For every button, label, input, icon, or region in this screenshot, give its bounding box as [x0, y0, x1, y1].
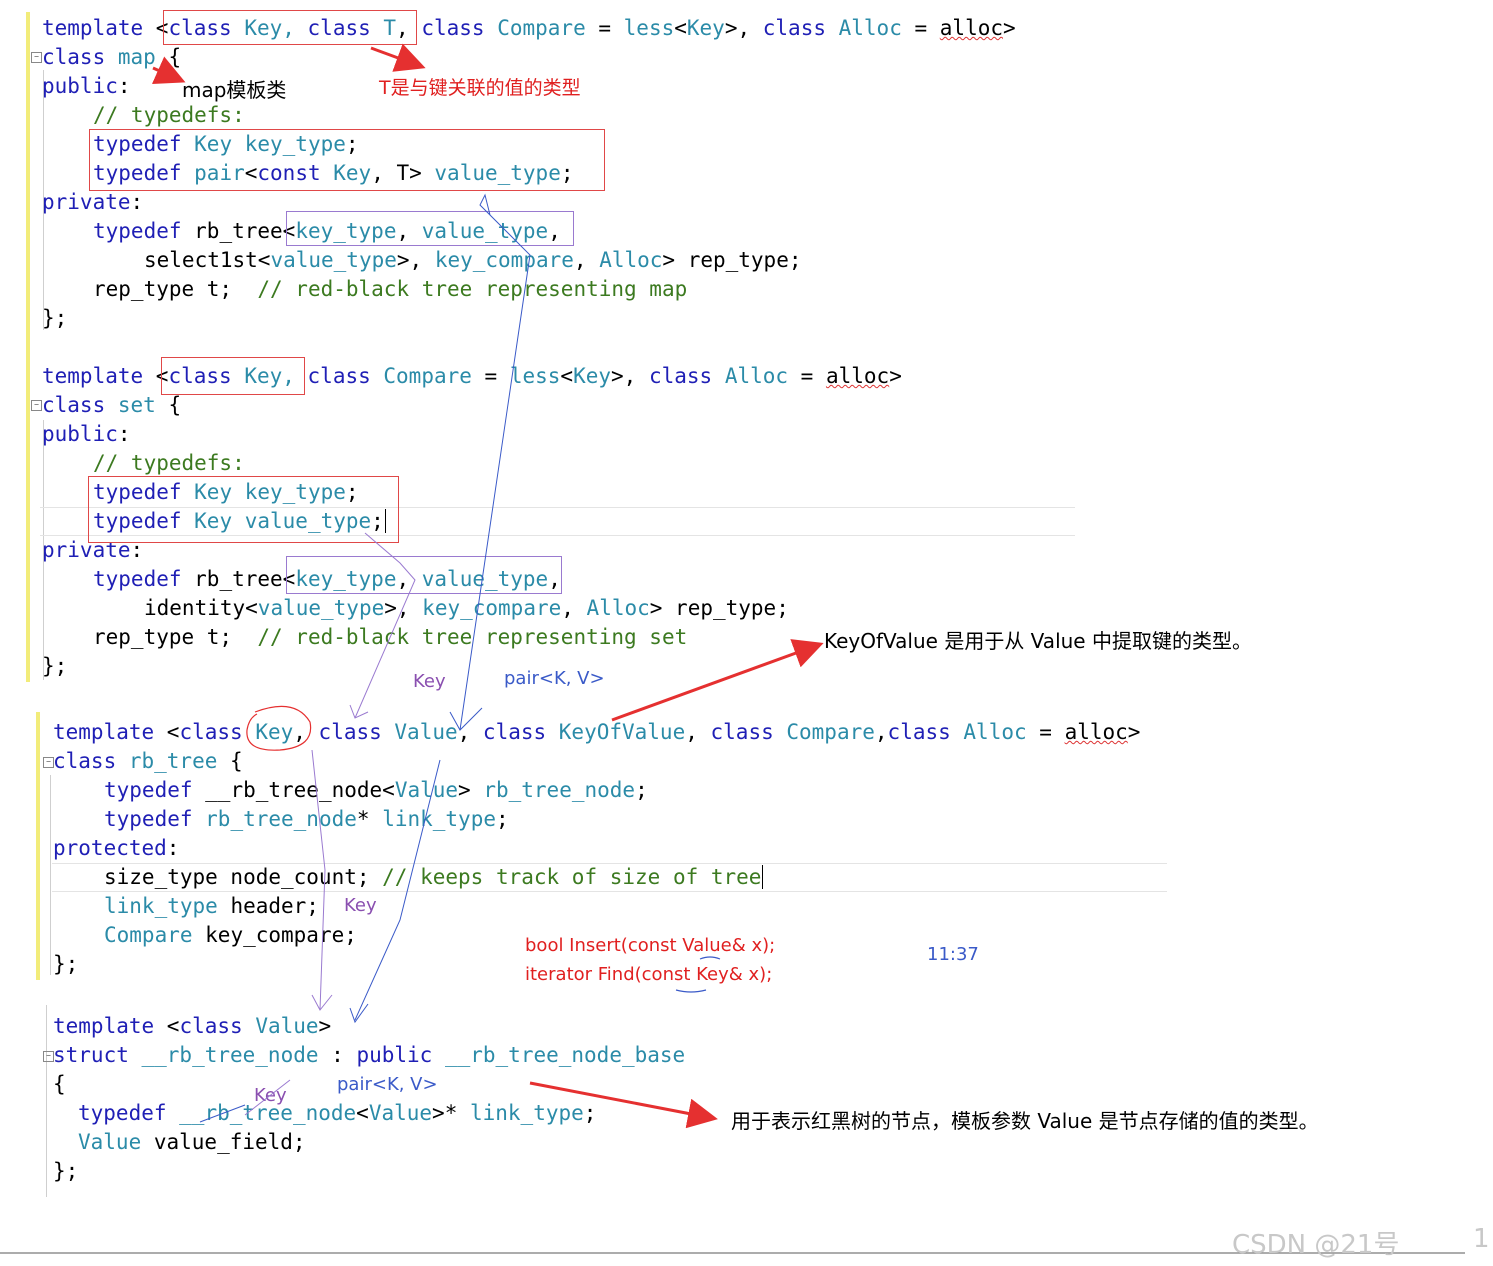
flow-arrowhead-purple-2 — [311, 994, 333, 1011]
flow-arrowhead-blue-1 — [449, 707, 483, 731]
flow-arrowhead-blue-2 — [349, 1003, 369, 1024]
arrow-to-key-of-value-label — [611, 639, 824, 722]
flow-arrowhead-purple-1 — [349, 704, 369, 719]
flow-line-value-blue — [459, 193, 531, 731]
underline-value-in-insert — [699, 956, 721, 960]
annotation-overlay — [0, 43, 1465, 1254]
arrow-to-node-desc-label — [529, 1081, 718, 1129]
circle-key-rbtree — [246, 705, 312, 751]
watermark-text: CSDN @21号 — [1232, 1230, 1400, 1260]
underline-key-in-find — [675, 989, 707, 993]
page-number: 1 — [1473, 1224, 1490, 1254]
arrow-to-map-template-label — [151, 56, 186, 84]
arrow-to-t-value-label — [370, 43, 426, 72]
flow-line-key-purple — [354, 532, 416, 719]
flow-strike-key-node — [244, 1079, 291, 1116]
flow-strike-value-node — [199, 1104, 246, 1123]
flow-line-key-purple-2 — [311, 749, 326, 1011]
flow-line-value-blue-2 — [354, 759, 441, 1021]
